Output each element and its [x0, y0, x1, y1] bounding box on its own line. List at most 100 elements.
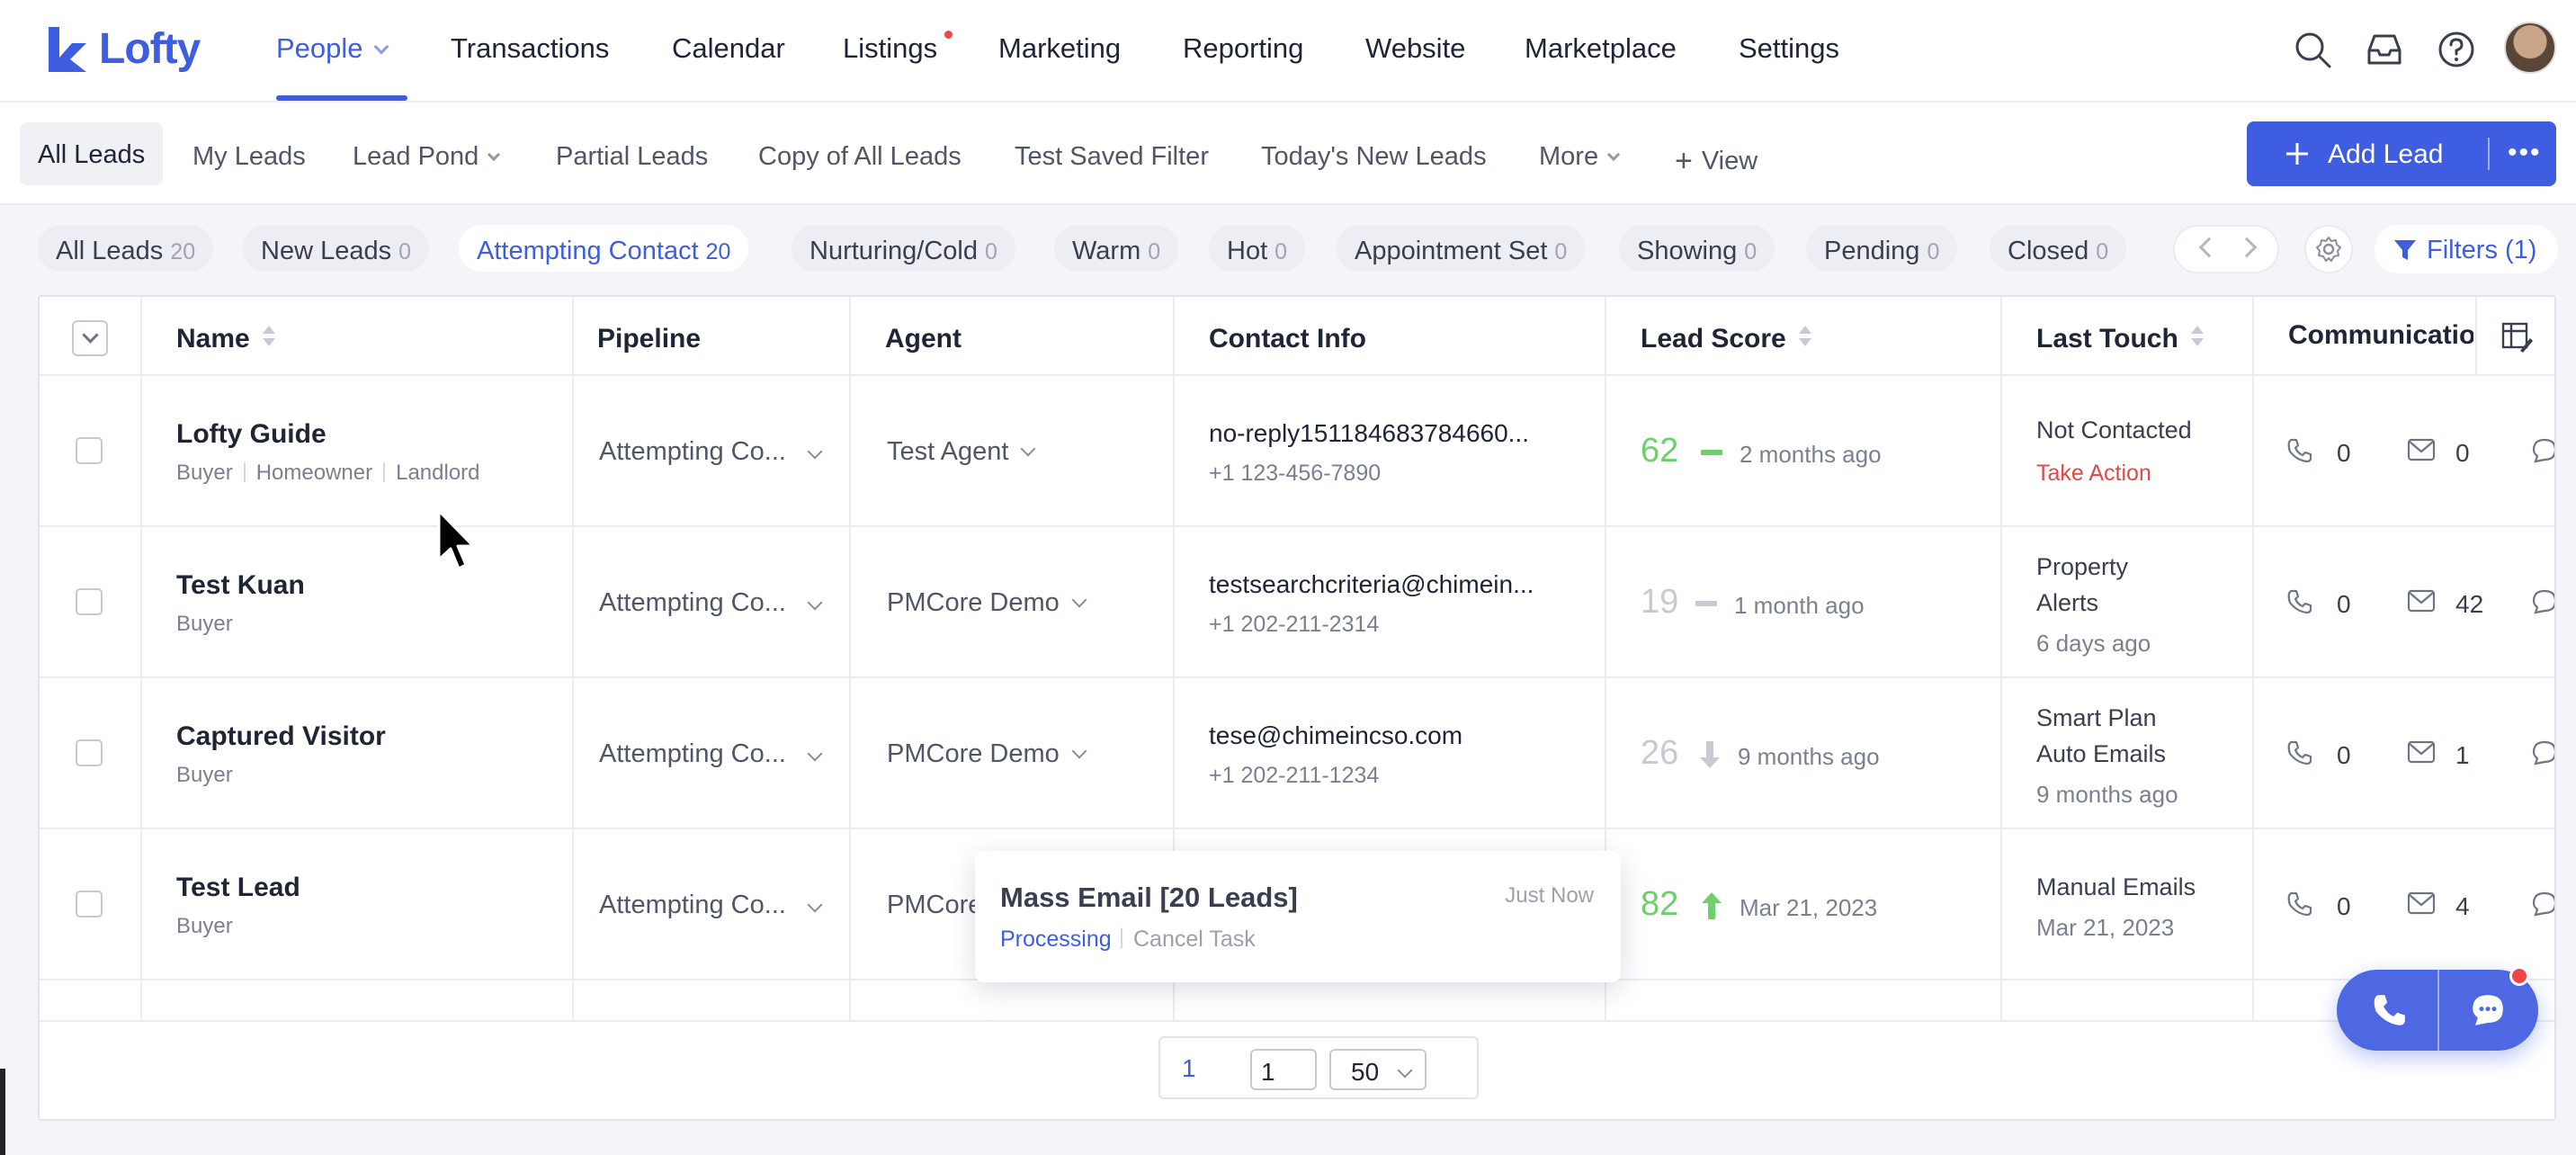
tab-lead-pond[interactable]: Lead Pond [353, 142, 501, 172]
row-checkbox[interactable] [76, 437, 103, 464]
row-checkbox[interactable] [76, 588, 103, 615]
current-page[interactable]: 1 [1182, 1054, 1196, 1083]
nav-marketing[interactable]: Marketing [998, 32, 1121, 65]
pipeline-dropdown[interactable]: Attempting Co... [599, 739, 786, 769]
pipeline-dropdown[interactable]: Attempting Co... [599, 437, 786, 467]
phone-icon[interactable] [2286, 437, 2313, 464]
pipeline-dropdown[interactable]: Attempting Co... [599, 588, 786, 618]
nav-transactions[interactable]: Transactions [451, 32, 609, 65]
take-action-link[interactable]: Take Action [2036, 461, 2151, 487]
mail-icon[interactable] [2407, 739, 2436, 765]
chat-icon[interactable] [2531, 588, 2556, 615]
lofty-logo[interactable]: Lofty [45, 23, 201, 74]
nav-people[interactable]: People [276, 32, 389, 65]
search-icon[interactable] [2292, 29, 2333, 70]
mail-icon[interactable] [2407, 588, 2436, 613]
agent-dropdown[interactable]: PMCore Demo [887, 739, 1087, 769]
stage-nurturing-cold[interactable]: Nurturing/Cold 0 [792, 225, 1015, 272]
stage-new-leads[interactable]: New Leads 0 [243, 225, 429, 272]
lead-view-tabs: All Leads My Leads Lead Pond Partial Lea… [0, 103, 2576, 205]
chevron-left-icon[interactable] [2198, 237, 2220, 258]
stage-closed[interactable]: Closed 0 [1990, 225, 2127, 272]
tab-partial-leads[interactable]: Partial Leads [556, 142, 708, 172]
lead-tags: Buyer [176, 914, 233, 938]
column-header-lead-score[interactable]: Lead Score [1641, 320, 1811, 354]
lead-phone[interactable]: +1 202-211-2314 [1209, 612, 1379, 638]
stage-hot[interactable]: Hot 0 [1209, 225, 1306, 272]
tab-more[interactable]: More [1539, 142, 1621, 172]
page-jump-input[interactable]: 1 [1250, 1049, 1317, 1090]
tab-copy-of-all-leads[interactable]: Copy of All Leads [758, 142, 962, 172]
stage-pending[interactable]: Pending 0 [1806, 225, 1958, 272]
stage-warm[interactable]: Warm 0 [1054, 225, 1179, 272]
agent-dropdown[interactable]: Test Agent [887, 437, 1036, 467]
tab-my-leads[interactable]: My Leads [192, 142, 306, 172]
lead-phone[interactable]: +1 202-211-1234 [1209, 763, 1379, 789]
nav-website[interactable]: Website [1365, 32, 1465, 65]
stage-settings-button[interactable] [2304, 225, 2353, 273]
select-all-checkbox[interactable] [72, 320, 108, 356]
add-view-button[interactable]: + View [1675, 142, 1758, 178]
more-options-icon[interactable]: ••• [2508, 138, 2542, 168]
mail-icon[interactable] [2407, 891, 2436, 916]
pipeline-dropdown[interactable]: Attempting Co... [599, 891, 786, 920]
nav-settings[interactable]: Settings [1739, 32, 1839, 65]
page-size-select[interactable]: 50 [1329, 1049, 1427, 1090]
lead-name[interactable]: Lofty Guide [176, 419, 326, 450]
agent-dropdown[interactable]: PMCore [887, 891, 982, 920]
chat-icon[interactable] [2531, 739, 2556, 766]
column-header-name[interactable]: Name [176, 320, 275, 354]
table-columns-icon[interactable] [2500, 320, 2533, 353]
phone-icon[interactable] [2371, 991, 2409, 1029]
agent-dropdown[interactable]: PMCore Demo [887, 588, 1087, 618]
lead-email[interactable]: no-reply151184683784660... [1209, 419, 1529, 448]
user-avatar[interactable] [2504, 22, 2556, 74]
lead-email[interactable]: testsearchcriteria@chimein... [1209, 570, 1534, 599]
lead-score-time: 9 months ago [1738, 743, 1880, 770]
tab-todays-new-leads[interactable]: Today's New Leads [1261, 142, 1487, 172]
chevron-down-icon [1071, 743, 1087, 759]
chat-icon[interactable] [2531, 891, 2556, 918]
stage-showing[interactable]: Showing 0 [1619, 225, 1775, 272]
lead-name[interactable]: Test Lead [176, 873, 300, 903]
tab-all-leads[interactable]: All Leads [20, 122, 164, 185]
row-checkbox[interactable] [76, 739, 103, 766]
sort-icon[interactable] [2190, 324, 2204, 351]
chevron-right-icon[interactable] [2236, 237, 2258, 258]
help-icon[interactable] [2436, 29, 2477, 70]
inbox-icon[interactable] [2364, 29, 2405, 70]
row-separator [40, 374, 2554, 376]
mail-icon[interactable] [2407, 437, 2436, 462]
lead-phone[interactable]: +1 123-456-7890 [1209, 461, 1381, 487]
lead-name[interactable]: Test Kuan [176, 570, 305, 601]
nav-marketplace[interactable]: Marketplace [1525, 32, 1677, 65]
top-navigation: Lofty People Transactions Calendar Listi… [0, 0, 2576, 103]
col-separator [2252, 297, 2254, 1020]
lead-email[interactable]: tese@chimeincso.com [1209, 721, 1462, 750]
nav-listings[interactable]: Listings [843, 32, 937, 65]
lead-score-time: 1 month ago [1734, 592, 1865, 619]
chat-icon[interactable] [2531, 437, 2556, 464]
lead-name[interactable]: Captured Visitor [176, 721, 386, 752]
stage-appointment-set[interactable]: Appointment Set 0 [1337, 225, 1586, 272]
cancel-task-link[interactable]: Cancel Task [1133, 927, 1256, 953]
filters-button[interactable]: Filters (1) [2375, 225, 2558, 273]
add-lead-button[interactable]: Add Lead ••• [2247, 121, 2556, 186]
phone-icon[interactable] [2286, 739, 2313, 766]
sort-icon[interactable] [262, 324, 275, 351]
phone-icon[interactable] [2286, 891, 2313, 918]
sort-icon[interactable] [1798, 324, 1811, 351]
row-checkbox[interactable] [76, 891, 103, 918]
tab-test-saved-filter[interactable]: Test Saved Filter [1015, 142, 1209, 172]
phone-icon[interactable] [2286, 588, 2313, 615]
call-count: 0 [2337, 741, 2351, 769]
stage-all-leads[interactable]: All Leads 20 [38, 225, 214, 272]
last-touch-time: 9 months ago [2036, 781, 2178, 808]
stage-attempting-contact[interactable]: Attempting Contact 20 [459, 225, 749, 272]
chat-icon[interactable] [2468, 991, 2508, 1029]
column-header-last-touch[interactable]: Last Touch [2036, 320, 2204, 354]
nav-reporting[interactable]: Reporting [1183, 32, 1303, 65]
plus-icon [2286, 143, 2308, 165]
row-separator [40, 1020, 2554, 1022]
nav-calendar[interactable]: Calendar [672, 32, 785, 65]
